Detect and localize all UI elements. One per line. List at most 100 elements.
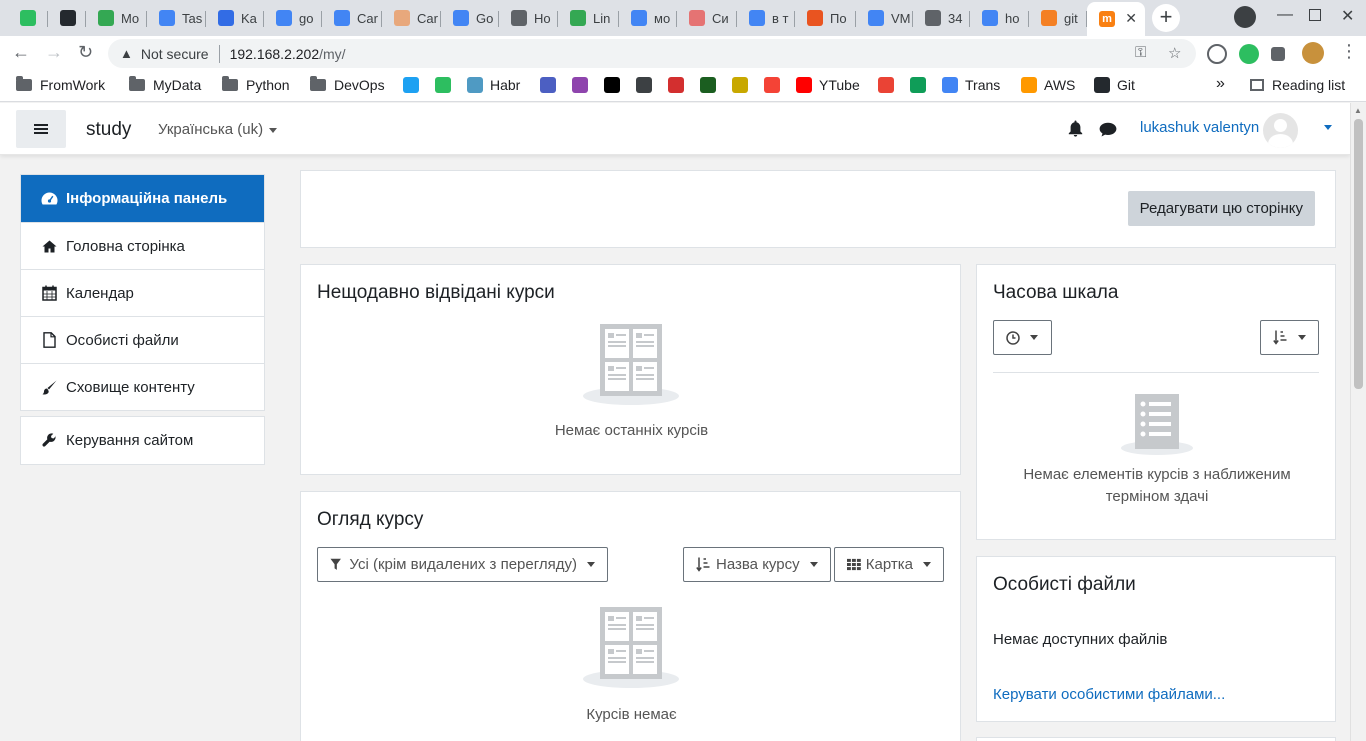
browser-tab[interactable]: Car: [382, 4, 441, 32]
user-avatar[interactable]: [1263, 113, 1298, 148]
minimize-icon[interactable]: —: [1277, 6, 1293, 24]
browser-tab[interactable]: Lin: [558, 4, 619, 32]
folder-icon: [16, 76, 32, 91]
sort-label: Назва курсу: [716, 556, 800, 573]
nav-item-label: Інформаційна панель: [66, 190, 228, 207]
bookmark-favicon-icon: [942, 77, 958, 93]
bookmark-item[interactable]: FromWork: [16, 76, 105, 93]
timeline-sort-dropdown[interactable]: [1260, 320, 1319, 355]
bookmark-item[interactable]: [572, 77, 595, 93]
reading-list-button[interactable]: Reading list: [1250, 77, 1345, 93]
bookmark-item[interactable]: AWS: [1021, 77, 1075, 93]
browser-tab[interactable]: git: [1029, 4, 1087, 32]
bookmark-item[interactable]: MyData: [129, 76, 201, 93]
bookmark-item[interactable]: Trans: [942, 77, 1000, 93]
scrollbar-thumb[interactable]: [1354, 119, 1363, 389]
bookmark-item[interactable]: DevOps: [310, 76, 385, 93]
address-bar[interactable]: ▲ Not secure 192.168.2.202/my/ ⚿ ☆: [108, 39, 1196, 68]
clock-icon: [1006, 330, 1020, 345]
grouping-filter-dropdown[interactable]: Усі (крім видалених з перегляду): [317, 547, 608, 582]
bookmark-item[interactable]: [435, 77, 458, 93]
browser-tab[interactable]: Си: [677, 4, 737, 32]
bookmark-favicon-icon: [1021, 77, 1037, 93]
bookmark-favicon-icon: [540, 77, 556, 93]
bookmark-item[interactable]: [604, 77, 627, 93]
sort-icon: [1273, 330, 1287, 345]
tab-favicon-icon: [218, 10, 234, 26]
bell-icon[interactable]: [1068, 120, 1083, 137]
folder-icon: [310, 76, 326, 91]
page-scrollbar[interactable]: ▲: [1350, 103, 1366, 741]
bookmark-item[interactable]: YTube: [796, 77, 860, 93]
key-icon[interactable]: ⚿: [1135, 44, 1146, 61]
scroll-up-icon[interactable]: ▲: [1354, 106, 1362, 115]
bookmark-item[interactable]: Python: [222, 76, 290, 93]
bookmark-item[interactable]: [636, 77, 659, 93]
bookmark-item[interactable]: [668, 77, 691, 93]
site-name[interactable]: study: [86, 119, 131, 141]
language-menu[interactable]: Українська (uk): [158, 121, 278, 138]
evernote-extension-icon[interactable]: [1239, 44, 1259, 64]
tab-active-moodle[interactable]: m ✕: [1087, 2, 1145, 36]
close-window-icon[interactable]: ✕: [1341, 6, 1354, 26]
browser-tab[interactable]: [8, 4, 48, 32]
bookmark-item[interactable]: Git: [1094, 77, 1135, 93]
browser-tab[interactable]: 34: [913, 4, 970, 32]
bookmark-item[interactable]: [403, 77, 426, 93]
browser-tab[interactable]: в т: [737, 4, 795, 32]
puzzle-extensions-icon[interactable]: [1271, 47, 1285, 61]
forward-icon[interactable]: →: [45, 42, 63, 63]
bookmark-item[interactable]: Habr: [467, 77, 520, 93]
browser-tab[interactable]: [48, 4, 86, 32]
browser-tab[interactable]: Go: [441, 4, 499, 32]
reload-icon[interactable]: ↻: [78, 42, 93, 63]
browser-tab[interactable]: VM: [856, 4, 913, 32]
drawer-toggle-button[interactable]: [16, 110, 66, 148]
nav-item-content-bank[interactable]: Сховище контенту: [21, 363, 264, 410]
browser-tab[interactable]: ho: [970, 4, 1029, 32]
edit-page-button[interactable]: Редагувати цю сторінку: [1127, 191, 1315, 226]
browser-tab[interactable]: Tas: [147, 4, 206, 32]
user-menu-chevron-icon[interactable]: [1324, 125, 1332, 130]
bookmark-item[interactable]: [878, 77, 901, 93]
manage-private-files-link[interactable]: Керувати особистими файлами...: [993, 686, 1225, 703]
sort-dropdown[interactable]: Назва курсу: [683, 547, 831, 582]
user-name[interactable]: lukashuk valentyn: [1140, 119, 1259, 136]
timeline-day-filter-dropdown[interactable]: [993, 320, 1052, 355]
browser-tab[interactable]: Ka: [206, 4, 264, 32]
bookmark-item[interactable]: [700, 77, 723, 93]
bookmark-favicon-icon: [572, 77, 588, 93]
bookmark-item[interactable]: [910, 77, 933, 93]
view-mode-dropdown[interactable]: Картка: [834, 547, 944, 582]
maximize-icon[interactable]: [1309, 9, 1321, 21]
new-tab-button[interactable]: +: [1152, 4, 1180, 32]
browser-menu-icon[interactable]: ⋮: [1340, 41, 1358, 62]
profile-avatar-icon[interactable]: [1302, 42, 1324, 64]
nav-item-dashboard[interactable]: Інформаційна панель: [21, 175, 264, 222]
bookmark-favicon-icon: [732, 77, 748, 93]
browser-tab[interactable]: go: [264, 4, 322, 32]
bookmark-item[interactable]: [540, 77, 563, 93]
messages-icon[interactable]: [1099, 122, 1117, 137]
tab-title: Car: [357, 10, 378, 26]
bookmark-item[interactable]: [732, 77, 755, 93]
bookmark-favicon-icon: [403, 77, 419, 93]
tab-search-icon[interactable]: [1234, 6, 1256, 28]
browser-tab[interactable]: мо: [619, 4, 677, 32]
nav-item-home[interactable]: Головна сторінка: [21, 222, 264, 269]
close-tab-icon[interactable]: ✕: [1125, 10, 1137, 27]
back-icon[interactable]: ←: [12, 42, 30, 63]
nav-item-private-files[interactable]: Особисті файли: [21, 316, 264, 363]
browser-tab[interactable]: Car: [322, 4, 382, 32]
browser-tab[interactable]: По: [795, 4, 856, 32]
browser-tab[interactable]: Ho: [499, 4, 558, 32]
globe-extension-icon[interactable]: [1207, 44, 1227, 64]
nav-item-calendar[interactable]: Календар: [21, 269, 264, 316]
bookmark-item[interactable]: [764, 77, 787, 93]
bookmark-favicon-icon: [636, 77, 652, 93]
nav-item-site-admin[interactable]: Керування сайтом: [21, 417, 264, 464]
bookmark-star-icon[interactable]: ☆: [1168, 44, 1181, 62]
hamburger-icon: [34, 128, 48, 130]
browser-tab[interactable]: Mo: [86, 4, 147, 32]
bookmarks-overflow[interactable]: »: [1216, 75, 1225, 93]
